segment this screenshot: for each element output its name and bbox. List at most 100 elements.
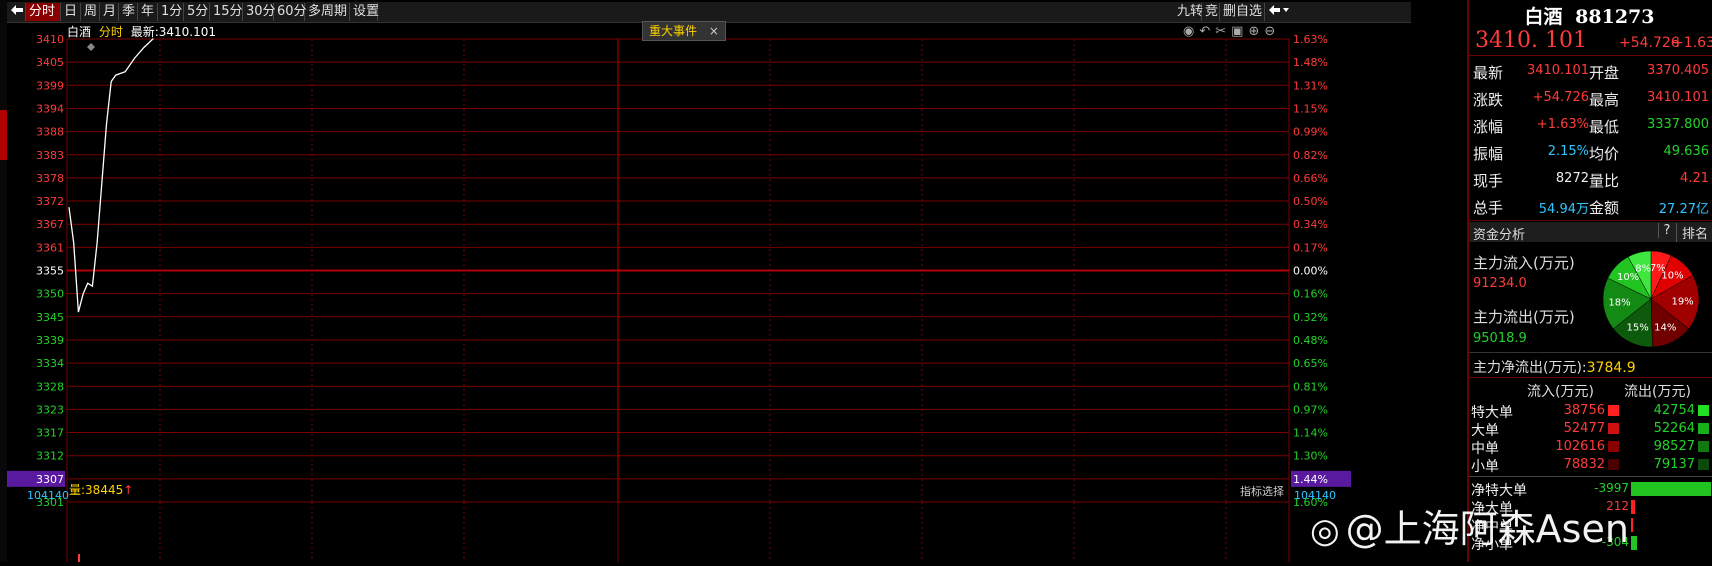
intraday-chart-svg[interactable]: 3410 1.63% 3405 1.48% 3399 1.31% 3394 1.15% 3388… (7, 22, 1411, 562)
price-tick-label: 3378 (36, 172, 64, 185)
intraday-chart-panel[interactable]: 3410 1.63% 3405 1.48% 3399 1.31% 3394 1.15% 3388… (7, 21, 1411, 562)
flow-out-value: 42754 (1653, 403, 1695, 418)
pct-tick-label: 0.16% (1293, 288, 1328, 301)
flow-out-swatch (1698, 423, 1709, 434)
chart-header-latest-value: 3410.101 (158, 25, 216, 39)
capital-pie-chart: 7%10%19%14%15%18%10%8% (1602, 250, 1700, 348)
watermark-text: @上海阿森Asen (1345, 507, 1629, 551)
chart-header-latest-label: 最新: (130, 25, 159, 39)
main-net-outflow: 主力净流出(万元):3784.9 (1473, 357, 1636, 377)
tab-0[interactable]: 分时 (26, 3, 61, 21)
back-arrow-dropdown-icon[interactable] (1265, 3, 1291, 21)
toolbar-auction-button[interactable]: 竞 (1202, 3, 1220, 21)
tab-2[interactable]: 周 (81, 3, 100, 21)
zoom-in-icon[interactable]: ⊕ (1248, 24, 1264, 39)
pct-tick-label: 1.44% (1293, 473, 1328, 486)
price-tick-label: 3328 (36, 380, 64, 393)
lock-icon[interactable]: ▣ (1231, 24, 1248, 39)
pct-tick-label: 1.63% (1293, 33, 1328, 46)
quote-label: 均价 (1589, 145, 1620, 163)
main-inflow-value: 91234.0 (1473, 276, 1527, 291)
weibo-logo-icon: ◎ (1310, 511, 1340, 551)
flow-in-value: 102616 (1555, 439, 1605, 454)
flow-out-value: 79137 (1653, 457, 1695, 472)
back-arrow-icon[interactable] (7, 3, 26, 21)
price-tick-label: 3405 (36, 56, 64, 69)
indicator-select-button[interactable]: 指标选择 (1240, 483, 1284, 499)
flow-row-name: 中单 (1471, 441, 1499, 457)
left-edge-strip (0, 0, 7, 562)
zoom-out-icon[interactable]: ⊖ (1264, 24, 1280, 39)
quote-label: 开盘 (1589, 64, 1620, 82)
eye-icon[interactable]: ◉ (1183, 24, 1199, 39)
period-toolbar: 分时日周月季年 1分 5分 15分 30分 60分 多周期 设置 九转 竞 删自选 (7, 2, 1411, 23)
price-tick-label: 3317 (36, 427, 64, 440)
chart-header-name: 白酒 (67, 25, 92, 39)
pct-tick-label: 0.66% (1293, 172, 1328, 185)
quote-label: 金额 (1589, 199, 1620, 217)
tab-11[interactable]: 多周期 (305, 3, 350, 21)
quote-value: 2.15% (1547, 144, 1589, 159)
pct-tick-label: 0.50% (1293, 195, 1328, 208)
quote-code: 881273 (1575, 6, 1655, 28)
price-tick-label: 3355 (36, 265, 64, 278)
quote-value: 54.94万 (1538, 202, 1589, 217)
capital-analysis-header: 资金分析 ? 排名 (1469, 222, 1712, 243)
tab-4[interactable]: 季 (119, 3, 138, 21)
price-tick-label: 3345 (36, 311, 64, 324)
tab-5[interactable]: 年 (138, 3, 158, 21)
pct-tick-label: 0.81% (1293, 380, 1328, 393)
scissors-icon[interactable]: ✂ (1215, 24, 1231, 39)
tab-9[interactable]: 30分 (243, 3, 276, 21)
pct-tick-label: 0.00% (1293, 265, 1328, 278)
event-marker-icon[interactable] (87, 43, 95, 51)
quote-change: +54.726 (1619, 35, 1680, 51)
help-icon[interactable]: ? (1658, 223, 1675, 238)
tab-10[interactable]: 60分 (274, 3, 307, 21)
quote-title: 白酒 881273 (1469, 2, 1710, 29)
pct-tick-label: 1.48% (1293, 56, 1328, 69)
pie-slice-label: 15% (1627, 323, 1649, 334)
pct-tick-label: 1.30% (1293, 450, 1328, 463)
quote-label: 最新 (1473, 64, 1504, 82)
main-outflow-label: 主力流出(万元) (1473, 308, 1575, 326)
main-inflow-label: 主力流入(万元) (1473, 254, 1575, 272)
tab-12[interactable]: 设置 (350, 3, 379, 21)
quote-label: 最高 (1589, 91, 1620, 109)
divider (1469, 377, 1712, 378)
main-outflow-value: 95018.9 (1473, 331, 1527, 346)
tab-7[interactable]: 5分 (184, 3, 210, 21)
pct-tick-label: 0.82% (1293, 149, 1328, 162)
close-icon[interactable]: × (709, 24, 719, 38)
pct-tick-label: 0.34% (1293, 218, 1328, 231)
quote-label: 最低 (1589, 118, 1620, 136)
pie-slice-label: 19% (1671, 296, 1693, 307)
flow-in-value: 38756 (1563, 403, 1605, 418)
price-tick-label: 3410 (36, 33, 64, 46)
divider (1469, 220, 1712, 221)
rank-button[interactable]: 排名 (1676, 223, 1708, 242)
pie-slice-label: 14% (1654, 322, 1676, 333)
quote-label: 振幅 (1473, 145, 1504, 163)
quote-value: 3410.101 (1526, 63, 1589, 78)
price-tick-label: 3367 (36, 218, 64, 231)
price-tick-label: 3388 (36, 126, 64, 139)
tab-8[interactable]: 15分 (210, 3, 243, 21)
flow-row-name: 特大单 (1471, 405, 1513, 421)
toolbar-remove-watchlist-button[interactable]: 删自选 (1220, 3, 1265, 21)
tab-3[interactable]: 月 (100, 3, 119, 21)
undo-icon[interactable]: ↶ (1199, 24, 1215, 39)
quote-value: 3337.800 (1646, 117, 1709, 132)
pie-slice-label: 10% (1661, 271, 1683, 282)
pie-slice-label: 18% (1608, 297, 1630, 308)
quote-value: 4.21 (1680, 171, 1709, 186)
toolbar-nine-turn-button[interactable]: 九转 (1174, 3, 1203, 21)
price-tick-label: 3350 (36, 288, 64, 301)
tab-6[interactable]: 1分 (158, 3, 184, 21)
quote-value: +1.63% (1536, 117, 1589, 132)
pct-tick-label: 1.14% (1293, 427, 1328, 440)
pct-tick-label: 1.15% (1293, 102, 1328, 115)
divider (1469, 55, 1712, 56)
major-events-button[interactable]: 重大事件 × (642, 21, 726, 41)
tab-1[interactable]: 日 (61, 3, 81, 21)
